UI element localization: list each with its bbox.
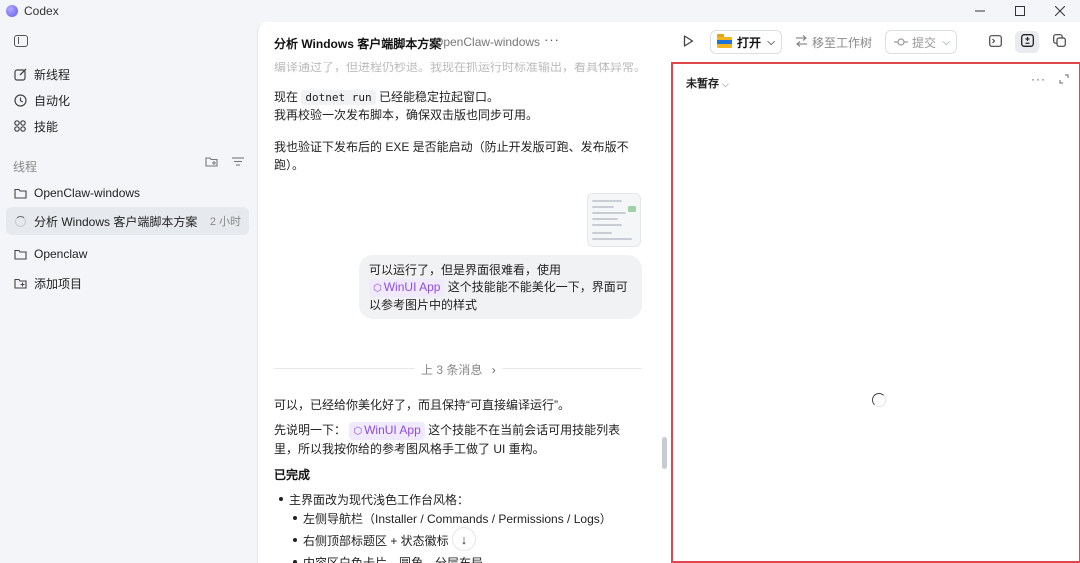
nav-label: 新线程 bbox=[34, 67, 71, 82]
nav-label: 技能 bbox=[34, 119, 59, 134]
branch-icon bbox=[795, 35, 808, 50]
file-explorer-icon bbox=[717, 33, 732, 48]
thread-item-openclaw-windows[interactable]: OpenClaw-windows bbox=[6, 179, 249, 207]
skill-chip[interactable]: ⬡ WinUI App bbox=[349, 422, 425, 440]
copy-icon bbox=[1052, 34, 1066, 50]
edit-icon bbox=[12, 68, 28, 81]
move-to-worktree-button[interactable]: 移至工作树 bbox=[795, 34, 872, 51]
terminal-icon bbox=[988, 34, 1002, 50]
skill-chip-label: WinUI App bbox=[364, 423, 421, 437]
close-button[interactable] bbox=[1040, 0, 1080, 22]
app-name: Codex bbox=[24, 4, 59, 18]
chat-thread: 编译通过了，但进程仍秒退。我现在抓运行时标准输出，看具体异常。 现在 dotne… bbox=[258, 62, 668, 563]
assistant-message: 可以，已经给你美化好了，而且保持“可直接编译运行”。 bbox=[274, 398, 570, 412]
unstaged-dropdown[interactable]: 未暂存 ⌵ bbox=[686, 75, 729, 91]
thread-label: Openclaw bbox=[34, 247, 88, 261]
sidebar: 新线程 自动化 技能 线程 OpenClaw-windows 分析 Window… bbox=[0, 22, 257, 563]
sidebar-toggle-icon[interactable] bbox=[14, 35, 28, 47]
cube-icon: ⬡ bbox=[373, 283, 382, 294]
terminal-toggle-button[interactable] bbox=[983, 31, 1007, 53]
chevron-down-icon: ⌵ bbox=[722, 79, 729, 89]
new-folder-icon[interactable] bbox=[205, 156, 218, 170]
commit-icon bbox=[894, 37, 908, 47]
nav-skills[interactable]: 技能 bbox=[12, 115, 58, 137]
folder-icon bbox=[12, 249, 28, 260]
thread-time: 2 小时 bbox=[209, 216, 241, 228]
message-text: 已经能稳定拉起窗口。 bbox=[378, 90, 499, 104]
list-item: 内容区白色卡片、圆角、分层布局 bbox=[292, 554, 483, 563]
open-button[interactable]: 打开 ⌵ bbox=[710, 30, 782, 54]
add-project-button[interactable]: 添加项目 bbox=[6, 269, 249, 297]
project-name: OpenClaw-windows bbox=[434, 35, 541, 49]
section-heading: 已完成 bbox=[274, 468, 311, 482]
message-text: 现在 bbox=[274, 90, 299, 104]
thread-item-active[interactable]: 分析 Windows 客户端脚本方案 2 小时 bbox=[6, 207, 249, 235]
diff-panel: 未暂存 ⌵ ··· bbox=[671, 62, 1080, 563]
threads-section-title: 线程 bbox=[13, 160, 38, 174]
skill-chip-label: WinUI App bbox=[383, 280, 441, 294]
nav-label: 自动化 bbox=[34, 93, 71, 108]
previous-messages-toggle[interactable]: 上 3 条消息 › bbox=[415, 361, 502, 378]
previous-messages-label: 上 3 条消息 bbox=[421, 363, 483, 377]
assistant-message: 先说明一下： ⬡ WinUI App 这个技能不在当前会话可用技能列表里，所以我按… bbox=[274, 421, 636, 458]
commit-button[interactable]: 提交 ⌵ bbox=[885, 30, 957, 54]
diff-panel-toggle-button[interactable] bbox=[1015, 31, 1039, 53]
run-icon[interactable] bbox=[681, 34, 695, 48]
chevron-down-icon: ⌵ bbox=[767, 36, 775, 48]
page-title: 分析 Windows 客户端脚本方案 bbox=[274, 37, 442, 51]
commit-label: 提交 bbox=[912, 35, 937, 50]
main-area: 分析 Windows 客户端脚本方案 OpenClaw-windows ··· … bbox=[257, 22, 1080, 563]
chevron-down-icon: ⌵ bbox=[942, 36, 950, 48]
list-item: 主界面改为现代浅色工作台风格： bbox=[278, 493, 470, 507]
panel-title: 未暂存 bbox=[686, 78, 719, 90]
list-item: 右侧顶部标题区 + 状态徽标 bbox=[293, 534, 449, 548]
minimize-icon bbox=[975, 10, 985, 12]
folder-icon bbox=[12, 188, 28, 199]
scroll-to-bottom-button[interactable]: ↓ bbox=[452, 527, 476, 551]
loading-spinner-icon bbox=[872, 393, 886, 407]
assistant-message: 我再校验一次发布脚本，确保双击版也同步可用。 bbox=[274, 108, 539, 122]
header: 分析 Windows 客户端脚本方案 OpenClaw-windows ··· … bbox=[258, 22, 1080, 62]
expand-icon[interactable] bbox=[1059, 74, 1069, 84]
copy-window-button[interactable] bbox=[1047, 31, 1071, 53]
thread-label: 分析 Windows 客户端脚本方案 bbox=[34, 214, 198, 229]
assistant-message: 现在 dotnet run 已经能稳定拉起窗口。 bbox=[274, 88, 636, 107]
scrollbar[interactable] bbox=[662, 437, 667, 469]
arrow-down-icon: ↓ bbox=[460, 531, 468, 547]
more-options-icon[interactable]: ··· bbox=[544, 32, 560, 47]
maximize-icon bbox=[1015, 6, 1025, 16]
message-text: 可以运行了，但是界面很难看，使用 bbox=[369, 263, 562, 277]
list-item: 左侧导航栏（Installer / Commands / Permissions… bbox=[293, 512, 612, 526]
window-controls bbox=[960, 0, 1080, 22]
loading-spinner-icon bbox=[12, 215, 28, 227]
thread-label: OpenClaw-windows bbox=[34, 186, 141, 200]
close-icon bbox=[1055, 6, 1065, 16]
add-folder-icon bbox=[12, 278, 28, 289]
thread-label: 添加项目 bbox=[34, 276, 83, 291]
thread-item-openclaw[interactable]: Openclaw bbox=[6, 240, 249, 268]
threads-section-actions bbox=[205, 156, 244, 170]
clock-icon bbox=[12, 93, 28, 107]
nav-automation[interactable]: 自动化 bbox=[12, 89, 70, 111]
panel-more-icon[interactable]: ··· bbox=[1031, 72, 1046, 86]
move-label: 移至工作树 bbox=[812, 36, 873, 50]
title-bar: Codex bbox=[0, 0, 1080, 22]
grid-icon bbox=[12, 120, 28, 132]
diff-icon bbox=[1020, 34, 1034, 50]
message-text: 先说明一下： bbox=[274, 423, 347, 437]
maximize-button[interactable] bbox=[1000, 0, 1040, 22]
inline-code: dotnet run bbox=[301, 90, 376, 105]
filter-icon[interactable] bbox=[232, 156, 244, 170]
skill-chip[interactable]: ⬡ WinUI App bbox=[369, 279, 445, 297]
nav-new-thread[interactable]: 新线程 bbox=[12, 63, 70, 85]
faded-message: 编译通过了，但进程仍秒退。我现在抓运行时标准输出，看具体异常。 bbox=[274, 62, 647, 74]
app-logo-icon bbox=[6, 5, 18, 17]
attached-image-thumbnail[interactable] bbox=[587, 193, 641, 247]
open-label: 打开 bbox=[737, 35, 762, 50]
cube-icon: ⬡ bbox=[353, 426, 363, 437]
chevron-right-icon: › bbox=[491, 363, 496, 377]
user-message: 可以运行了，但是界面很难看，使用 ⬡ WinUI App 这个技能能不能美化一下，… bbox=[359, 255, 642, 319]
assistant-message: 我也验证下发布后的 EXE 是否能启动（防止开发版可跑、发布版不跑）。 bbox=[274, 140, 629, 172]
minimize-button[interactable] bbox=[960, 0, 1000, 22]
